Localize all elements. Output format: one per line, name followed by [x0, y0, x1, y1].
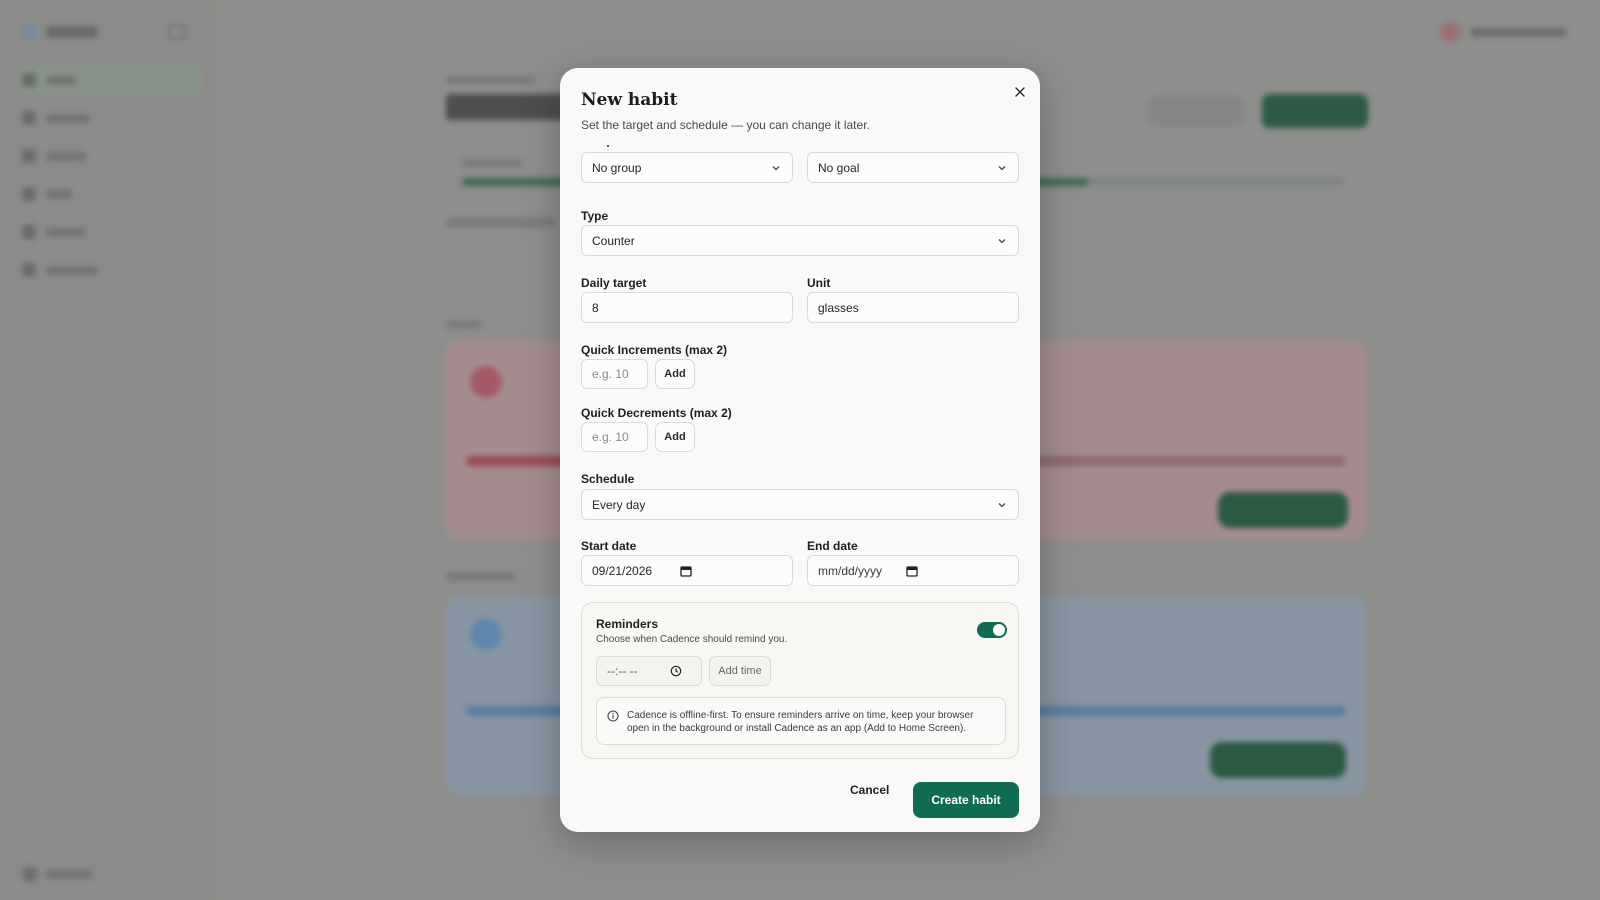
end-date-value: mm/dd/yyyy — [818, 563, 883, 578]
chevron-down-icon — [998, 239, 1006, 244]
end-date-label: End date — [807, 539, 858, 553]
group-select[interactable]: No group — [581, 152, 793, 183]
new-habit-dialog: New habit Set the target and schedule — … — [560, 68, 1040, 832]
user-menu — [1440, 22, 1570, 42]
sidebar-item — [16, 142, 202, 170]
start-date-input[interactable]: 09/21/2026 — [581, 555, 793, 586]
start-date-label: Start date — [581, 539, 637, 553]
page-title — [446, 94, 576, 120]
add-decrement-button[interactable]: Add — [655, 422, 695, 452]
schedule-select-value: Every day — [592, 497, 646, 512]
habit-icon — [470, 618, 502, 650]
unit-input[interactable]: glasses — [807, 292, 1019, 323]
start-date-value: 09/21/2026 — [592, 563, 653, 578]
quick-increments-label: Quick Increments (max 2) — [581, 343, 728, 357]
reminders-subtitle: Choose when Cadence should remind you. — [596, 634, 788, 645]
daily-target-value: 8 — [592, 300, 599, 315]
type-label: Type — [581, 209, 609, 223]
secondary-button — [1148, 96, 1244, 126]
clock-icon[interactable] — [670, 665, 682, 677]
close-icon — [1015, 87, 1025, 97]
sidebar-item — [16, 180, 202, 208]
type-select[interactable]: Counter — [581, 225, 1019, 256]
chevron-down-icon — [772, 166, 780, 171]
type-select-value: Counter — [592, 233, 635, 248]
sidebar-item — [16, 218, 202, 246]
quick-increment-placeholder: e.g. 10 — [592, 367, 629, 381]
quick-decrement-input[interactable]: e.g. 10 — [581, 422, 648, 452]
unit-label: Unit — [807, 276, 831, 290]
calendar-icon[interactable] — [680, 565, 692, 577]
card-button — [1210, 742, 1346, 778]
reminders-title: Reminders — [596, 617, 659, 631]
breadcrumb — [446, 76, 536, 84]
calendar-icon[interactable] — [906, 565, 918, 577]
logo-text — [46, 26, 98, 38]
close-button[interactable] — [1008, 80, 1032, 104]
sidebar — [0, 0, 214, 900]
progress-label — [462, 158, 522, 167]
reminder-time-input[interactable]: --:-- -- — [596, 656, 702, 686]
schedule-label: Schedule — [581, 472, 635, 486]
add-time-button[interactable]: Add time — [709, 656, 771, 686]
daily-target-input[interactable]: 8 — [581, 292, 793, 323]
reminders-toggle[interactable] — [977, 622, 1007, 638]
goal-select-value: No goal — [818, 160, 860, 175]
cancel-button[interactable]: Cancel — [850, 783, 889, 797]
section-label — [446, 218, 556, 227]
habit-icon — [470, 366, 502, 398]
sidebar-item — [16, 256, 202, 284]
chevron-down-icon — [998, 166, 1006, 171]
toggle-knob — [993, 624, 1005, 636]
add-increment-button[interactable]: Add — [655, 359, 695, 389]
quick-decrement-placeholder: e.g. 10 — [592, 430, 629, 444]
goal-select[interactable]: No goal — [807, 152, 1019, 183]
dialog-subtitle: Set the target and schedule — you can ch… — [581, 118, 870, 132]
quick-decrements-label: Quick Decrements (max 2) — [581, 406, 732, 420]
reminders-section: Reminders Choose when Cadence should rem… — [581, 602, 1019, 759]
info-icon — [607, 710, 619, 722]
offline-info-text: Cadence is offline-first. To ensure remi… — [627, 710, 974, 734]
chevron-down-icon — [998, 503, 1006, 508]
quick-increment-input[interactable]: e.g. 10 — [581, 359, 648, 389]
offline-info-box: Cadence is offline-first. To ensure remi… — [596, 697, 1006, 745]
sidebar-item — [16, 104, 202, 132]
label-fragment — [607, 145, 609, 147]
card-button — [1218, 492, 1348, 528]
logo-icon — [22, 24, 38, 40]
sidebar-item — [16, 66, 202, 94]
schedule-select[interactable]: Every day — [581, 489, 1019, 520]
group-select-value: No group — [592, 160, 642, 175]
daily-target-label: Daily target — [581, 276, 647, 290]
end-date-input[interactable]: mm/dd/yyyy — [807, 555, 1019, 586]
dialog-title: New habit — [581, 90, 678, 110]
reminder-time-value: --:-- -- — [607, 664, 638, 678]
create-habit-button[interactable]: Create habit — [913, 782, 1019, 818]
section-label — [446, 572, 516, 581]
sidebar-toggle-icon — [168, 24, 186, 40]
unit-value: glasses — [818, 300, 859, 315]
primary-button — [1262, 94, 1368, 128]
section-label — [446, 320, 482, 329]
